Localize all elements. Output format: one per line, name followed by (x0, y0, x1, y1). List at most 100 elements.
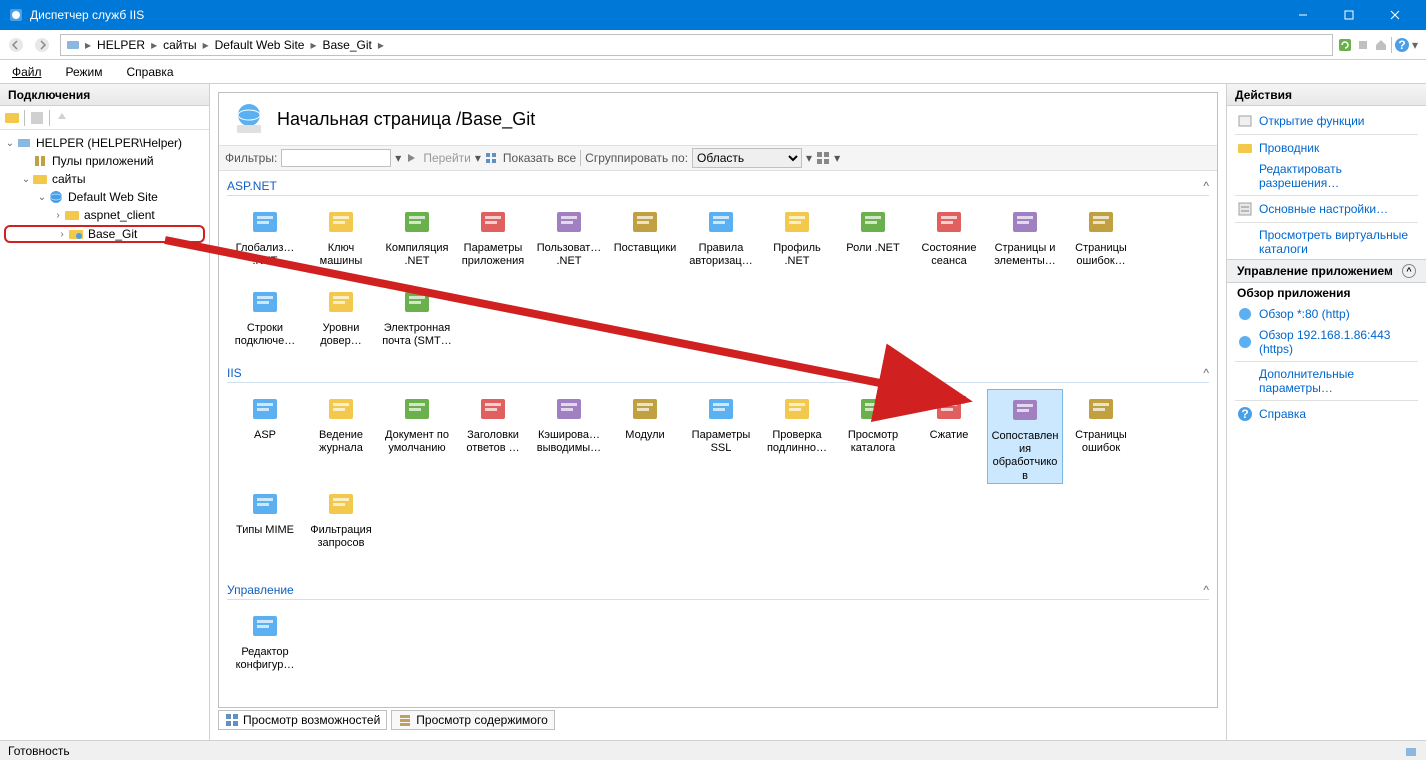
action-browse-80[interactable]: Обзор *:80 (http) (1227, 303, 1426, 325)
feature-item[interactable]: Страницы ошибок (1063, 389, 1139, 484)
feature-item[interactable]: Параметры приложения (455, 202, 531, 282)
home-icon[interactable] (1373, 37, 1389, 53)
feature-item[interactable]: Проверка подлинно… (759, 389, 835, 484)
stop-icon[interactable] (1355, 37, 1371, 53)
menu-help[interactable]: Справка (123, 63, 178, 81)
feature-item[interactable]: Роли .NET (835, 202, 911, 282)
feature-item[interactable]: Сжатие (911, 389, 987, 484)
dropdown-icon[interactable]: ▾ (1412, 38, 1418, 52)
showall-button[interactable]: Показать все (503, 151, 576, 165)
help-icon[interactable]: ? (1394, 37, 1410, 53)
expand-icon[interactable]: › (56, 229, 68, 240)
feature-item[interactable]: Типы MIME (227, 484, 303, 579)
action-basic-settings[interactable]: Основные настройки… (1227, 198, 1426, 220)
connect-icon[interactable] (4, 110, 20, 126)
tree-server[interactable]: ⌄ HELPER (HELPER\Helper) (0, 134, 209, 152)
feature-item[interactable]: Параметры SSL (683, 389, 759, 484)
dropdown-icon[interactable]: ▾ (834, 151, 840, 165)
tree-aspnet-client[interactable]: › aspnet_client (0, 206, 209, 224)
group-iis[interactable]: IIS^ (227, 366, 1209, 383)
action-edit-permissions[interactable]: Редактировать разрешения… (1227, 159, 1426, 193)
dropdown-icon[interactable]: ▾ (475, 151, 481, 165)
feature-item[interactable]: Профиль .NET (759, 202, 835, 282)
action-open-feature[interactable]: Открытие функции (1227, 110, 1426, 132)
feature-item[interactable]: Строки подключе… (227, 282, 303, 362)
feature-item[interactable]: Поставщики (607, 202, 683, 282)
breadcrumb-item[interactable]: сайты (159, 38, 201, 52)
feature-icon (1085, 393, 1117, 425)
chevron-up-icon[interactable]: ^ (1203, 366, 1209, 380)
expand-icon[interactable]: ⌄ (4, 138, 16, 149)
tree-base-git[interactable]: › Base_Git (4, 225, 205, 243)
dropdown-icon[interactable]: ▾ (395, 151, 401, 165)
action-group-manage-app[interactable]: Управление приложением^ (1227, 259, 1426, 283)
expand-icon[interactable]: › (52, 210, 64, 221)
breadcrumb-item[interactable]: Default Web Site (211, 38, 309, 52)
save-icon[interactable] (29, 110, 45, 126)
tree-default-site[interactable]: ⌄ Default Web Site (0, 188, 209, 206)
close-button[interactable] (1372, 0, 1418, 30)
feature-item[interactable]: Документ по умолчанию (379, 389, 455, 484)
feature-label: Документ по умолчанию (381, 429, 453, 455)
feature-item[interactable]: ASP (227, 389, 303, 484)
groupby-select[interactable]: Область (692, 148, 802, 168)
feature-item[interactable]: Модули (607, 389, 683, 484)
go-icon[interactable] (405, 151, 419, 165)
feature-item[interactable]: Просмотр каталога (835, 389, 911, 484)
menu-mode[interactable]: Режим (62, 63, 107, 81)
feature-item[interactable]: Заголовки ответов … (455, 389, 531, 484)
action-advanced[interactable]: Дополнительные параметры… (1227, 364, 1426, 398)
chevron-up-icon[interactable]: ^ (1203, 179, 1209, 193)
browse-icon (1237, 334, 1253, 350)
feature-label: Страницы и элементы… (989, 242, 1061, 268)
action-explorer[interactable]: Проводник (1227, 137, 1426, 159)
feature-item[interactable]: Сопоставления обработчиков (987, 389, 1063, 484)
feature-item[interactable]: Глобализ… .NET (227, 202, 303, 282)
statusbar: Готовность (0, 740, 1426, 760)
collapse-icon[interactable]: ^ (1402, 264, 1416, 278)
nav-back-button[interactable] (4, 33, 28, 57)
filter-input[interactable] (281, 149, 391, 167)
feature-item[interactable]: Уровни довер… (303, 282, 379, 362)
tab-content-view[interactable]: Просмотр содержимого (391, 710, 554, 730)
maximize-button[interactable] (1326, 0, 1372, 30)
feature-item[interactable]: Пользоват… .NET (531, 202, 607, 282)
dropdown-icon[interactable]: ▾ (806, 151, 812, 165)
feature-item[interactable]: Ключ машины (303, 202, 379, 282)
showall-icon[interactable] (485, 151, 499, 165)
minimize-button[interactable] (1280, 0, 1326, 30)
action-help[interactable]: ?Справка (1227, 403, 1426, 425)
expand-icon[interactable]: ⌄ (36, 192, 48, 203)
breadcrumb[interactable]: ▸ HELPER ▸ сайты ▸ Default Web Site ▸ Ba… (60, 34, 1333, 56)
settings-icon (1237, 201, 1253, 217)
chevron-up-icon[interactable]: ^ (1203, 583, 1209, 597)
view-icon[interactable] (816, 151, 830, 165)
tab-features-view[interactable]: Просмотр возможностей (218, 710, 387, 730)
feature-item[interactable]: Правила авторизац… (683, 202, 759, 282)
action-sub-browse-app: Обзор приложения (1227, 283, 1426, 303)
tree-sites[interactable]: ⌄ сайты (0, 170, 209, 188)
breadcrumb-item[interactable]: HELPER (93, 38, 149, 52)
refresh-icon[interactable] (1337, 37, 1353, 53)
feature-item[interactable]: Страницы ошибок… (1063, 202, 1139, 282)
tree-app-pools[interactable]: Пулы приложений (0, 152, 209, 170)
group-management[interactable]: Управление^ (227, 583, 1209, 600)
go-button[interactable]: Перейти (423, 151, 471, 165)
nav-forward-button[interactable] (30, 33, 54, 57)
feature-item[interactable]: Ведение журнала (303, 389, 379, 484)
breadcrumb-item[interactable]: Base_Git (318, 38, 375, 52)
config-icon[interactable] (1404, 744, 1418, 758)
group-aspnet[interactable]: ASP.NET^ (227, 179, 1209, 196)
up-icon[interactable] (54, 110, 70, 126)
expand-icon[interactable]: ⌄ (20, 174, 32, 185)
feature-item[interactable]: Кэширова… выводимы… (531, 389, 607, 484)
feature-item[interactable]: Состояние сеанса (911, 202, 987, 282)
feature-item[interactable]: Компиляция .NET (379, 202, 455, 282)
action-view-vdirs[interactable]: Просмотреть виртуальные каталоги (1227, 225, 1426, 259)
feature-item[interactable]: Электронная почта (SMT… (379, 282, 455, 362)
feature-item[interactable]: Фильтрация запросов (303, 484, 379, 579)
action-browse-443[interactable]: Обзор 192.168.1.86:443 (https) (1227, 325, 1426, 359)
menu-file[interactable]: Файл (8, 63, 46, 81)
feature-item[interactable]: Редактор конфигур… (227, 606, 303, 686)
feature-item[interactable]: Страницы и элементы… (987, 202, 1063, 282)
